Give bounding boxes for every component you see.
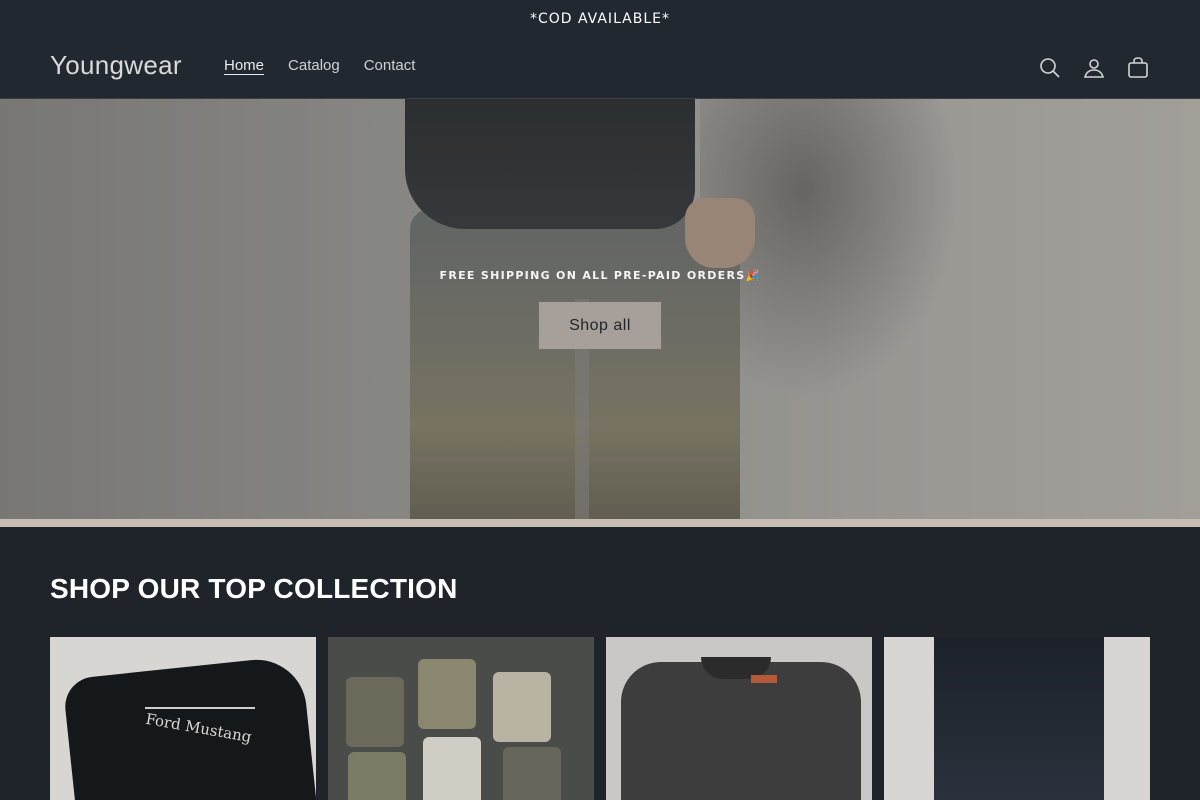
header-icons [1038,53,1150,83]
collection-cards: Ford Mustang [50,637,1150,800]
nav-contact[interactable]: Contact [352,57,428,74]
nav-home[interactable]: Home [212,57,276,74]
camo-pant-image [493,672,551,742]
hero-banner: FREE SHIPPING ON ALL PRE-PAID ORDERS🎉 Sh… [0,99,1200,519]
announcement-text: *COD AVAILABLE* [529,10,671,27]
camo-pant-image [346,677,404,747]
account-icon[interactable] [1082,53,1106,83]
tribal-tee-tag [751,675,777,683]
camo-pant-image [423,737,481,800]
jeans-image [934,637,1104,800]
collection-title: SHOP OUR TOP COLLECTION [50,573,458,604]
hero-subtitle: FREE SHIPPING ON ALL PRE-PAID ORDERS🎉 [439,269,761,282]
tribal-tee-image [621,662,861,800]
search-icon[interactable] [1038,53,1062,83]
camo-pant-image [418,659,476,729]
camo-pant-image [348,752,406,800]
main-nav: Home Catalog Contact [212,57,427,74]
camo-pant-image [503,747,561,800]
collection-card-ford-tee[interactable]: Ford Mustang [50,637,316,800]
site-logo[interactable]: Youngwear [50,50,182,81]
announcement-bar: *COD AVAILABLE* [0,0,1200,37]
cart-icon[interactable] [1126,53,1150,83]
nav-catalog[interactable]: Catalog [276,57,352,74]
hero-bottom-strip [0,519,1200,527]
site-header: Youngwear Home Catalog Contact [0,37,1200,99]
collection-card-camo-pants[interactable] [328,637,594,800]
shop-all-button[interactable]: Shop all [539,302,661,349]
collection-card-jeans[interactable] [884,637,1150,800]
collection-card-tribal-tee[interactable] [606,637,872,800]
